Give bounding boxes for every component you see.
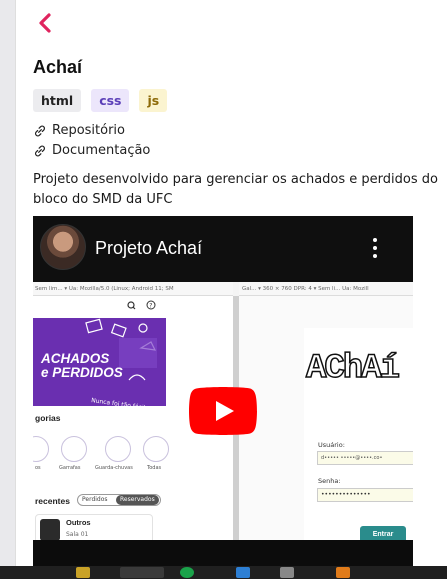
description-line: bloco do SMD da UFC (33, 192, 173, 207)
description-line: Projeto desenvolvido para gerenciar os a… (33, 172, 438, 187)
category-label: Todas (147, 465, 162, 471)
link-icon (35, 125, 45, 136)
video-player[interactable]: Projeto Achaí Sem lim... ▾ Ua: Mozilla/5… (33, 216, 413, 566)
bottle-icon (61, 436, 87, 462)
banner-text: ACHADOS e PERDIDOS (41, 351, 123, 380)
tech-tags: html css js (33, 89, 168, 112)
svg-text:Nunca foi tão fácil: Nunca foi tão fácil (91, 397, 146, 406)
user-label: Usuário: (318, 441, 345, 449)
tag-html: html (33, 89, 82, 112)
password-label: Senha: (318, 477, 341, 485)
all-categories-icon (143, 436, 169, 462)
page: Achaí html css js Repositório Documentaç… (0, 0, 447, 579)
password-input[interactable]: •••••••••••••• (317, 488, 413, 502)
devtools-bar-right: Gal... ▾ 360 × 760 DPR: 4 ▾ Sem li... Ua… (239, 282, 413, 296)
repository-link[interactable]: Repositório (33, 123, 125, 138)
devtools-bar-left: Sem lim... ▾ Ua: Mozilla/5.0 (Linux; And… (33, 282, 233, 296)
svg-text:?: ? (149, 302, 152, 309)
repository-link-label: Repositório (52, 123, 125, 138)
play-button-icon[interactable] (189, 387, 257, 435)
project-card: Achaí html css js Repositório Documentaç… (15, 0, 447, 566)
documentation-link-label: Documentação (52, 143, 151, 158)
documentation-link[interactable]: Documentação (33, 143, 150, 158)
tag-js: js (139, 89, 168, 112)
video-title[interactable]: Projeto Achaí (95, 238, 202, 259)
tag-css: css (91, 89, 130, 112)
category-icon (33, 436, 49, 462)
umbrella-icon (105, 436, 131, 462)
category-label: Guarda-chuvas (95, 465, 133, 471)
category-label: os (35, 465, 41, 471)
categories-heading: gorias (35, 413, 61, 423)
login-screen: AChAí Usuário: d••••• •••••@••••.co• Sen… (304, 328, 413, 543)
achados-perdidos-banner: Nunca foi tão fácil ACHADOS e PERDIDOS (33, 318, 166, 406)
link-icon (35, 145, 45, 156)
taskbar (0, 566, 447, 579)
taskbar-app-icon[interactable] (120, 567, 164, 578)
channel-avatar[interactable] (40, 224, 86, 270)
project-title: Achaí (33, 57, 83, 77)
video-header: Projeto Achaí (33, 216, 413, 282)
search-help-icons: ? (127, 300, 156, 310)
taskbar-app-icon[interactable] (280, 567, 294, 578)
taskbar-app-icon[interactable] (336, 567, 350, 578)
video-footer (33, 540, 413, 566)
taskbar-app-icon[interactable] (76, 567, 90, 578)
back-arrow-icon[interactable] (34, 10, 56, 36)
more-options-icon[interactable] (369, 236, 381, 262)
taskbar-app-icon[interactable] (180, 567, 194, 578)
taskbar-app-icon[interactable] (236, 567, 250, 578)
login-preview: AChAí Usuário: d••••• •••••@••••.co• Sen… (239, 296, 413, 543)
achai-logo: AChAí (305, 349, 401, 389)
user-input[interactable]: d••••• •••••@••••.co• (317, 451, 413, 465)
category-label: Garrafas (59, 465, 81, 471)
recents-heading: recentes (35, 496, 70, 506)
recents-segment-control: Perdidos Reservados (77, 494, 161, 506)
project-description: Projeto desenvolvido para gerenciar os a… (33, 170, 447, 210)
